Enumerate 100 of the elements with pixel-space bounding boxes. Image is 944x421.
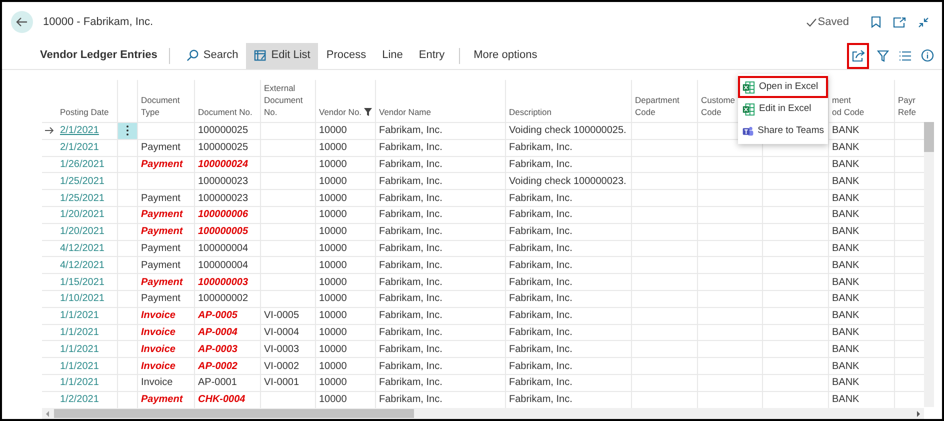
column-header[interactable]: Payr	[898, 94, 924, 106]
table-cell-text: 100000002	[198, 292, 248, 306]
table-cell-text: 10000	[319, 292, 347, 306]
action-button[interactable]: Process	[318, 42, 374, 68]
table-cell-text: Fabrikam, Inc.	[379, 376, 442, 390]
info-icon[interactable]	[921, 49, 934, 62]
table-cell-text: Fabrikam, Inc.	[379, 342, 442, 357]
more-actions-icon[interactable]	[126, 125, 129, 136]
table-cell-text: Fabrikam, Inc.	[379, 225, 442, 240]
vertical-scrollbar[interactable]	[924, 122, 934, 407]
menu-item[interactable]: Share to Teams	[738, 120, 828, 142]
column-header[interactable]: Code	[635, 106, 694, 118]
column-header[interactable]: Document	[141, 94, 191, 106]
column-header[interactable]: No.	[264, 106, 312, 118]
column-header[interactable]: Vendor No.	[319, 106, 372, 118]
table-cell-text: Invoice	[141, 376, 173, 390]
posting-date-link[interactable]: 1/25/2021	[60, 190, 104, 206]
table-cell-text: Fabrikam, Inc.	[379, 158, 442, 172]
posting-date-link[interactable]: 1/1/2021	[60, 358, 99, 374]
table-cell-text: 10000	[319, 141, 347, 156]
column-header[interactable]: od Code	[832, 106, 891, 118]
table-cell-text: Payment	[141, 158, 183, 172]
posting-date-link[interactable]: 4/12/2021	[60, 258, 104, 273]
table-cell-text: 10000	[319, 258, 347, 273]
table-cell-text: Fabrikam, Inc.	[509, 225, 572, 240]
table-cell-text: AP-0005	[198, 309, 238, 324]
table-cell-text: Invoice	[141, 309, 176, 324]
menu-item[interactable]: Edit in Excel	[738, 98, 828, 120]
share-button[interactable]	[847, 42, 869, 68]
table-cell-text: BANK	[832, 208, 860, 222]
scroll-right-icon[interactable]	[915, 410, 921, 417]
bookmark-icon[interactable]	[871, 16, 881, 28]
column-header[interactable]: Type	[141, 106, 191, 118]
collapse-icon[interactable]	[918, 16, 929, 28]
posting-date-link[interactable]: 4/12/2021	[60, 240, 104, 256]
posting-date-link[interactable]: 1/26/2021	[60, 156, 104, 172]
saved-status: Saved	[818, 14, 849, 30]
table-cell-text: BANK	[832, 124, 860, 138]
list-icon[interactable]	[899, 50, 911, 60]
table-cell-text: 100000003	[198, 276, 248, 290]
column-header[interactable]: Document	[264, 94, 312, 106]
table-cell-text: 100000004	[198, 242, 248, 256]
table-cell-text: Fabrikam, Inc.	[509, 258, 572, 273]
column-header[interactable]: Description	[509, 106, 628, 118]
posting-date-link[interactable]: 1/1/2021	[60, 342, 99, 357]
table-cell-text: 10000	[319, 174, 347, 189]
column-header[interactable]: Refe	[898, 106, 924, 118]
posting-date-link[interactable]: 1/2/2021	[60, 392, 99, 408]
open-new-window-icon[interactable]	[893, 16, 906, 28]
table-cell-text: BANK	[832, 225, 860, 240]
table-cell-text: Payment	[141, 141, 180, 156]
posting-date-link[interactable]: 1/20/2021	[60, 224, 104, 240]
menu-item[interactable]: Open in Excel	[738, 76, 828, 98]
posting-date-link[interactable]: 1/25/2021	[60, 174, 104, 189]
share-icon	[852, 50, 864, 62]
action-button[interactable]: Line	[374, 42, 411, 68]
posting-date-link[interactable]: 2/1/2021	[60, 140, 99, 156]
posting-date-link[interactable]: 1/1/2021	[60, 308, 99, 324]
table-cell-text: Payment	[141, 276, 183, 290]
table-cell-text: Payment	[141, 225, 183, 240]
scrollbar-thumb[interactable]	[54, 409, 414, 418]
table-cell-text: Payment	[141, 192, 180, 206]
filter-icon[interactable]	[877, 50, 889, 62]
table-cell-text: Payment	[141, 393, 183, 408]
column-header[interactable]: ment	[832, 94, 891, 106]
column-header[interactable]: Vendor Name	[379, 106, 502, 118]
posting-date-link[interactable]: 1/1/2021	[60, 324, 99, 340]
table-cell-text: 100000004	[198, 258, 248, 273]
table-cell-text: Fabrikam, Inc.	[509, 292, 572, 306]
back-button[interactable]	[11, 11, 33, 33]
table-cell-text: AP-0004	[198, 326, 238, 340]
horizontal-scrollbar[interactable]	[42, 408, 924, 419]
table-cell-text: BANK	[832, 174, 860, 189]
scrollbar-thumb[interactable]	[924, 122, 934, 152]
posting-date-link[interactable]: 1/10/2021	[60, 291, 104, 306]
posting-date-link[interactable]: 2/1/2021	[60, 123, 99, 138]
more-options-button[interactable]: More options	[466, 42, 546, 68]
posting-date-link[interactable]: 1/15/2021	[60, 274, 104, 290]
table-cell-text: 10000	[319, 393, 347, 408]
column-header[interactable]: Posting Date	[60, 106, 114, 118]
table-cell-text: BANK	[832, 393, 860, 408]
table-cell-text: 10000	[319, 124, 347, 138]
action-button[interactable]: Entry	[410, 42, 453, 68]
table-cell-text: Fabrikam, Inc.	[379, 292, 442, 306]
table-cell-text: VI-0001	[264, 376, 300, 390]
posting-date-link[interactable]: 1/20/2021	[60, 207, 104, 222]
column-header[interactable]: External	[264, 82, 312, 94]
column-header[interactable]: Department	[635, 94, 694, 106]
table-cell-text: Fabrikam, Inc.	[379, 174, 442, 189]
table-cell-text: BANK	[832, 158, 860, 172]
table-cell-text: 10000	[319, 376, 347, 390]
action-button[interactable]: Edit List	[246, 42, 318, 68]
posting-date-link[interactable]: 1/1/2021	[60, 375, 99, 390]
action-button[interactable]: Search	[178, 42, 246, 68]
table-cell-text: BANK	[832, 342, 860, 357]
column-header[interactable]: Document No.	[198, 106, 257, 118]
filter-icon	[364, 108, 372, 116]
table-cell-text: Fabrikam, Inc.	[379, 326, 442, 340]
table-cell-text: VI-0005	[264, 309, 300, 324]
table-cell-text: VI-0004	[264, 326, 300, 340]
